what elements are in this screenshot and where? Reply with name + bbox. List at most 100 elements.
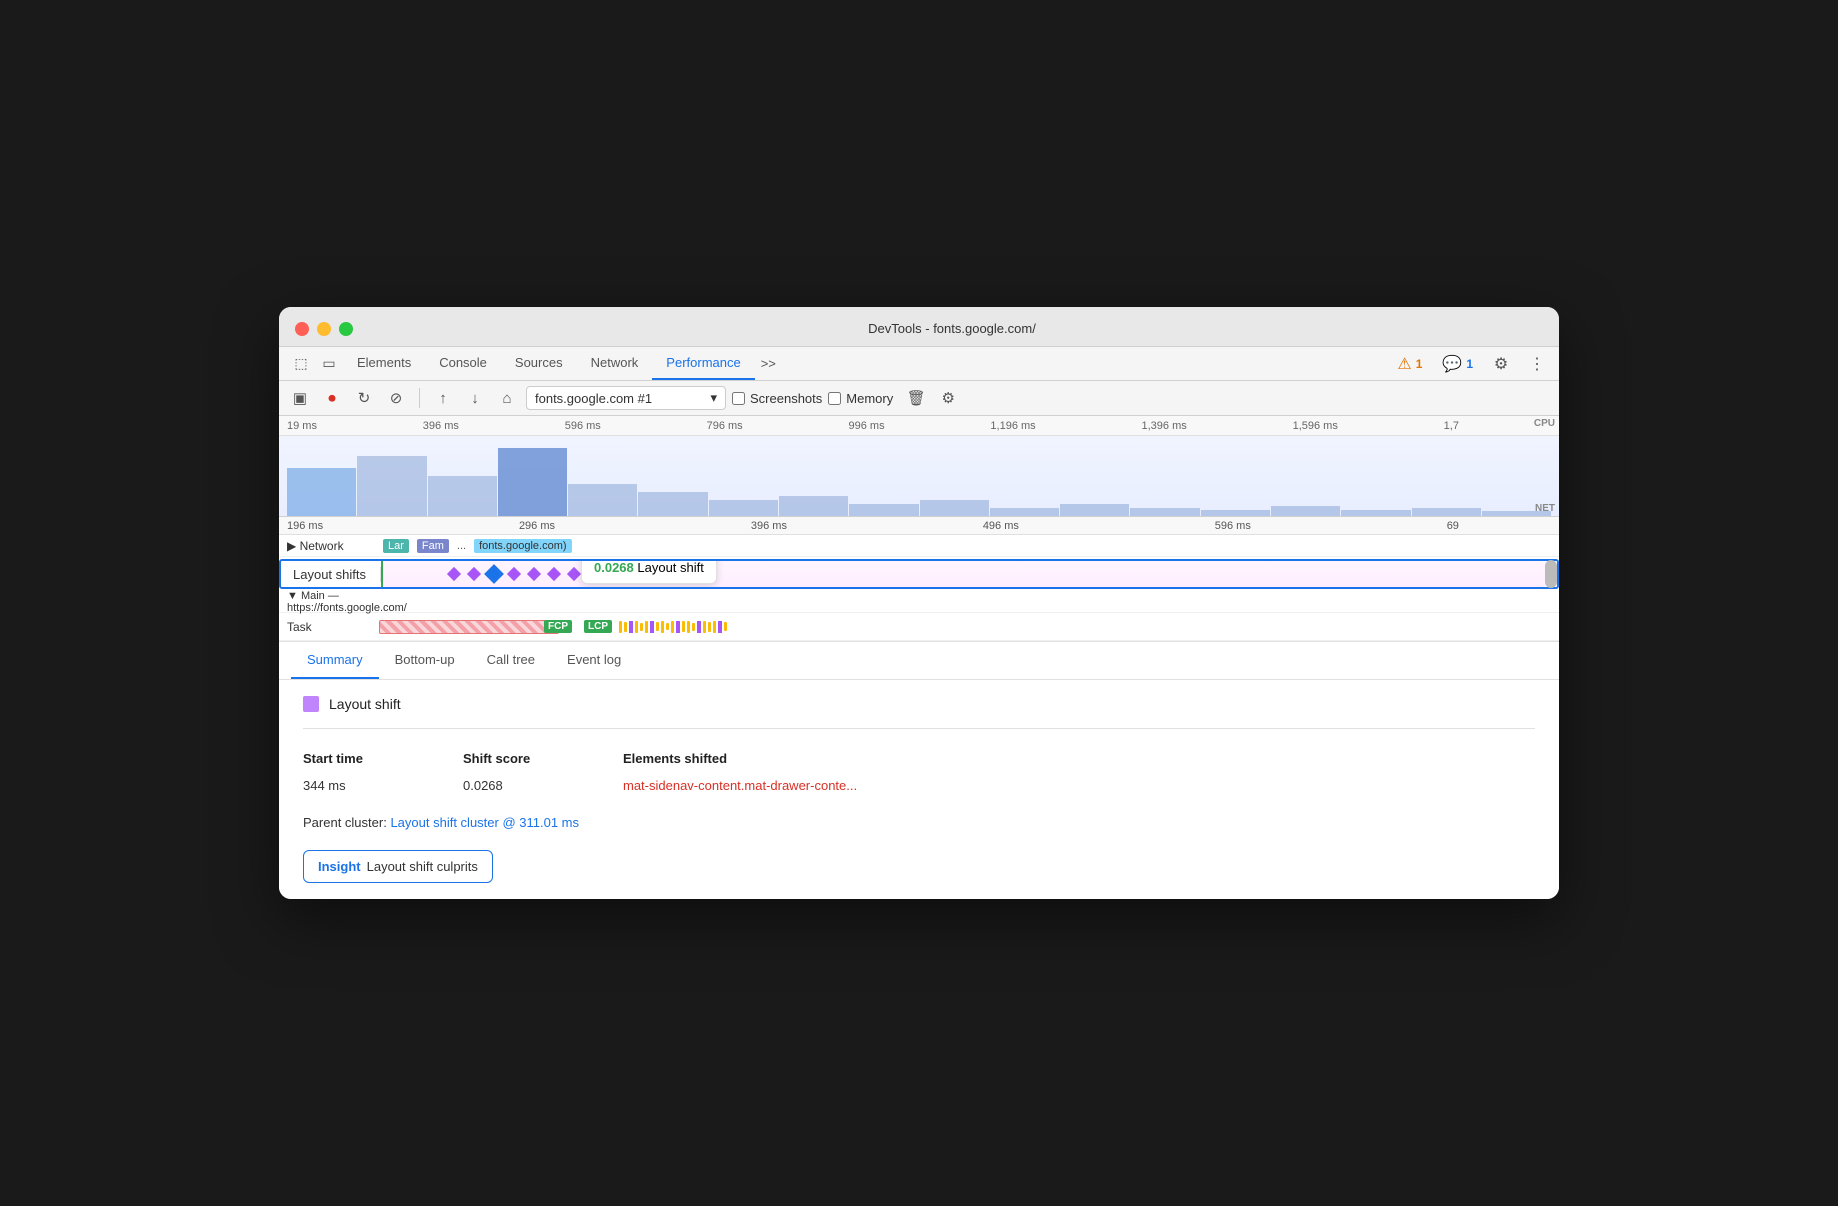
mark-796ms: 796 ms xyxy=(707,420,743,432)
reload-icon[interactable]: ↻ xyxy=(351,385,377,411)
ruler2: 196 ms 296 ms 396 ms 496 ms 596 ms 69 xyxy=(279,517,1559,535)
yb8 xyxy=(666,623,669,630)
lcp-badge: LCP xyxy=(584,620,612,633)
warning-badge[interactable]: ⚠ 1 xyxy=(1391,350,1428,378)
layout-shifts-row[interactable]: Layout shifts xyxy=(279,559,1559,589)
close-button[interactable] xyxy=(295,322,309,336)
fonts-badge: fonts.google.com) xyxy=(474,539,571,553)
fcp-badge: FCP xyxy=(544,620,572,633)
content-tabs-bar: Summary Bottom-up Call tree Event log xyxy=(279,642,1559,680)
diamond-selected[interactable] xyxy=(487,567,501,581)
cpu-label: CPU xyxy=(1534,418,1555,429)
sidebar-toggle-icon[interactable]: ▣ xyxy=(287,385,313,411)
yb3 xyxy=(635,621,638,633)
screenshots-checkbox-label[interactable]: Screenshots xyxy=(732,391,822,406)
title-bar: DevTools - fonts.google.com/ xyxy=(279,307,1559,347)
memory-label: Memory xyxy=(846,391,893,406)
toolbar-divider xyxy=(419,388,420,408)
yb13 xyxy=(703,621,706,633)
mark-19ms: 19 ms xyxy=(287,420,317,432)
tab-summary[interactable]: Summary xyxy=(291,642,379,679)
task-bar xyxy=(379,620,559,634)
purple-bar2 xyxy=(650,621,654,633)
network-row: ▶ Network Lar Fam ... fonts.google.com) xyxy=(279,535,1559,557)
tab-sources[interactable]: Sources xyxy=(501,347,577,380)
mark-396ms: 396 ms xyxy=(423,420,459,432)
memory-icon[interactable]: 🗑 xyxy=(903,385,929,411)
diamond-3[interactable] xyxy=(507,567,521,581)
nav-right-controls: ⚠ 1 💬 1 ⚙ ⋮ xyxy=(1391,350,1551,378)
warning-count: 1 xyxy=(1416,357,1423,371)
url-text: fonts.google.com #1 xyxy=(535,391,652,406)
home-icon[interactable]: ⌂ xyxy=(494,385,520,411)
parent-cluster-link[interactable]: Layout shift cluster @ 311.01 ms xyxy=(390,815,579,830)
record-icon[interactable]: ⏺ xyxy=(319,385,345,411)
insight-button[interactable]: Insight Layout shift culprits xyxy=(303,850,493,883)
main-label-text: ▼ Main — https://fonts.google.com/ xyxy=(287,590,407,614)
info-badge[interactable]: 💬 1 xyxy=(1436,350,1479,378)
yb12 xyxy=(692,623,695,631)
timeline-graph[interactable]: NET xyxy=(279,436,1559,516)
elements-shifted-link[interactable]: mat-sidenav-content.mat-drawer-conte... xyxy=(623,778,857,793)
yb5 xyxy=(645,621,648,633)
main-section: ▼ Main — https://fonts.google.com/ xyxy=(279,591,1559,613)
tab-event-log[interactable]: Event log xyxy=(551,642,637,679)
memory-checkbox-label[interactable]: Memory xyxy=(828,391,893,406)
event-type-color xyxy=(303,696,319,712)
device-icon[interactable]: ▭ xyxy=(315,350,343,378)
header-shift-score: Shift score xyxy=(463,745,623,772)
diamond-5[interactable] xyxy=(547,567,561,581)
layout-shifts-track[interactable]: 0.0268 Layout shift xyxy=(381,561,1545,587)
lar-badge: Lar xyxy=(383,539,409,553)
upload-icon[interactable]: ↑ xyxy=(430,385,456,411)
tab-call-tree[interactable]: Call tree xyxy=(471,642,551,679)
mark-596ms: 596 ms xyxy=(565,420,601,432)
yb14 xyxy=(708,622,711,632)
summary-header: Layout shift xyxy=(303,696,1535,729)
performance-settings-icon[interactable]: ⚙ xyxy=(935,385,961,411)
mark-996ms: 996 ms xyxy=(849,420,885,432)
clear-icon[interactable]: ⊘ xyxy=(383,385,409,411)
screenshots-checkbox[interactable] xyxy=(732,392,745,405)
diamond-2[interactable] xyxy=(467,567,481,581)
tab-elements[interactable]: Elements xyxy=(343,347,425,380)
start-line xyxy=(381,561,383,587)
more-tabs-button[interactable]: >> xyxy=(755,352,782,375)
download-icon[interactable]: ↓ xyxy=(462,385,488,411)
nav-tabs-bar: ⬚ ▭ Elements Console Sources Network Per… xyxy=(279,347,1559,381)
purple-bar5 xyxy=(718,621,722,633)
layout-shift-tooltip: 0.0268 Layout shift xyxy=(581,561,717,584)
tab-performance[interactable]: Performance xyxy=(652,347,754,380)
settings-icon[interactable]: ⚙ xyxy=(1487,350,1515,378)
mark2-596ms: 596 ms xyxy=(1215,520,1251,532)
tab-bottom-up[interactable]: Bottom-up xyxy=(379,642,471,679)
yb15 xyxy=(713,621,716,633)
summary-panel: Layout shift Start time Shift score Elem… xyxy=(279,680,1559,899)
purple-bar1 xyxy=(629,621,633,633)
maximize-button[interactable] xyxy=(339,322,353,336)
url-selector[interactable]: fonts.google.com #1 ▾ xyxy=(526,386,726,410)
menu-icon[interactable]: ⋮ xyxy=(1523,350,1551,378)
timeline-ruler: 19 ms 396 ms 596 ms 796 ms 996 ms 1,196 … xyxy=(279,416,1559,436)
mark-1596ms: 1,596 ms xyxy=(1293,420,1338,432)
memory-checkbox[interactable] xyxy=(828,392,841,405)
purple-bar3 xyxy=(676,621,680,633)
layout-shifts-scrollbar[interactable] xyxy=(1545,560,1557,588)
cpu-graph-bars xyxy=(287,436,1551,516)
insight-text: Layout shift culprits xyxy=(367,859,478,874)
inspector-icon[interactable]: ⬚ xyxy=(287,350,315,378)
tab-network[interactable]: Network xyxy=(577,347,653,380)
tooltip-text: Layout shift xyxy=(637,561,704,575)
header-elements-shifted: Elements shifted xyxy=(623,745,1535,772)
yb6 xyxy=(656,622,659,631)
minimize-button[interactable] xyxy=(317,322,331,336)
screenshots-label: Screenshots xyxy=(750,391,822,406)
diamond-4[interactable] xyxy=(527,567,541,581)
window-title: DevTools - fonts.google.com/ xyxy=(361,321,1543,336)
diamond-1[interactable] xyxy=(447,567,461,581)
ruler-marks: 19 ms 396 ms 596 ms 796 ms 996 ms 1,196 … xyxy=(287,420,1459,432)
network-row-content: Lar Fam ... fonts.google.com) xyxy=(379,535,1559,556)
tab-console[interactable]: Console xyxy=(425,347,501,380)
event-type-label: Layout shift xyxy=(329,696,401,712)
diamond-6[interactable] xyxy=(567,567,581,581)
